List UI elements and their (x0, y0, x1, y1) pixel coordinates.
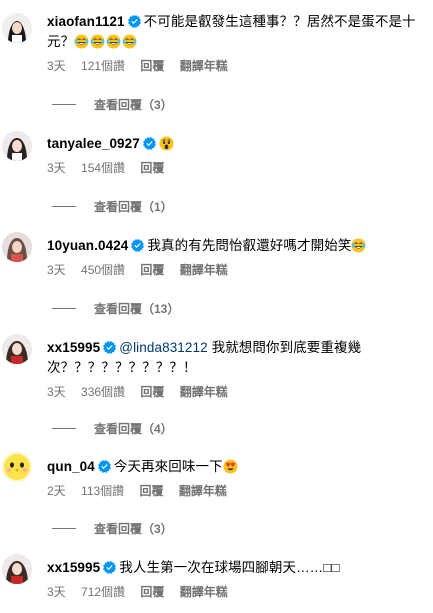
username[interactable]: xx15995 (47, 340, 100, 355)
like-count[interactable]: 450個讚 (81, 263, 125, 277)
timestamp[interactable]: 2天 (47, 484, 66, 498)
reply-button[interactable]: 回覆 (140, 385, 164, 399)
username[interactable]: tanyalee_0927 (47, 136, 140, 151)
verified-badge-icon (131, 239, 144, 252)
timestamp[interactable]: 3天 (47, 161, 66, 175)
divider-line (52, 528, 76, 529)
reply-button[interactable]: 回覆 (140, 585, 164, 599)
avatar[interactable] (2, 554, 32, 584)
mention-link[interactable]: @linda831212 (119, 340, 207, 355)
view-replies-button[interactable]: 查看回覆（3） (47, 520, 173, 537)
joy-emoji-icon (74, 34, 89, 49)
comment-meta: 3天 712個讚 回覆 翻譯年糕 (47, 584, 417, 600)
view-replies-button[interactable]: 查看回覆（4） (47, 420, 173, 437)
divider-line (52, 428, 76, 429)
like-count[interactable]: 712個讚 (81, 585, 125, 599)
like-count[interactable]: 113個讚 (81, 484, 124, 498)
verified-badge-icon (103, 561, 116, 574)
reply-button[interactable]: 回覆 (140, 161, 164, 175)
view-replies-label: 查看回覆（3） (94, 98, 173, 112)
view-replies-label: 查看回覆（3） (94, 522, 173, 536)
comment-meta: 3天 336個讚 回覆 翻譯年糕 (47, 384, 417, 400)
view-replies-label: 查看回覆（4） (94, 422, 173, 436)
joy-emoji-icon (122, 34, 137, 49)
translate-button[interactable]: 翻譯年糕 (180, 263, 228, 277)
divider-line (52, 104, 76, 105)
translate-button[interactable]: 翻譯年糕 (180, 59, 228, 73)
timestamp[interactable]: 3天 (47, 263, 66, 277)
avatar[interactable] (2, 334, 32, 364)
verified-badge-icon (103, 341, 116, 354)
avatar[interactable] (2, 131, 32, 161)
view-replies-button[interactable]: 查看回覆（3） (47, 96, 173, 113)
joy-emoji-icon (90, 34, 105, 49)
view-replies-button[interactable]: 查看回覆（13） (47, 300, 179, 317)
verified-badge-icon (143, 137, 156, 150)
username[interactable]: 10yuan.0424 (47, 238, 128, 253)
divider-line (52, 206, 76, 207)
verified-badge-icon (98, 460, 111, 473)
view-replies-button[interactable]: 查看回覆（1） (47, 198, 173, 215)
comment-meta: 3天 121個讚 回覆 翻譯年糕 (47, 58, 417, 74)
comment-meta: 3天 450個讚 回覆 翻譯年糕 (47, 262, 417, 278)
avatar[interactable] (2, 232, 32, 262)
avatar[interactable] (2, 13, 32, 43)
astonished-emoji-icon (159, 136, 174, 151)
translate-button[interactable]: 翻譯年糕 (180, 585, 228, 599)
joy-emoji-icon (106, 34, 121, 49)
username[interactable]: xiaofan1121 (47, 14, 125, 29)
username[interactable]: qun_04 (47, 459, 95, 474)
comment-meta: 3天 154個讚 回覆 (47, 160, 417, 176)
verified-badge-icon (128, 15, 141, 28)
like-count[interactable]: 154個讚 (81, 161, 125, 175)
joy-emoji-icon (351, 238, 366, 253)
reply-button[interactable]: 回覆 (140, 263, 164, 277)
view-replies-label: 查看回覆（13） (94, 302, 180, 316)
view-replies-label: 查看回覆（1） (94, 200, 173, 214)
translate-button[interactable]: 翻譯年糕 (180, 385, 228, 399)
comment-text: 我人生第一次在球場四腳朝天……□□ (119, 560, 340, 575)
timestamp[interactable]: 3天 (47, 59, 66, 73)
reply-button[interactable]: 回覆 (140, 59, 164, 73)
like-count[interactable]: 121個讚 (81, 59, 125, 73)
avatar[interactable] (2, 452, 32, 482)
timestamp[interactable]: 3天 (47, 585, 66, 599)
comment-text: 我真的有先問怡叡還好嗎才開始笑 (147, 238, 352, 253)
like-count[interactable]: 336個讚 (81, 385, 125, 399)
username[interactable]: xx15995 (47, 560, 100, 575)
divider-line (52, 308, 76, 309)
translate-button[interactable]: 翻譯年糕 (179, 484, 227, 498)
timestamp[interactable]: 3天 (47, 385, 66, 399)
reply-button[interactable]: 回覆 (140, 484, 164, 498)
comment-meta: 2天 113個讚 回覆 翻譯年糕 (47, 483, 417, 499)
heart-eyes-emoji-icon (223, 459, 238, 474)
comment-text: 今天再來回味一下 (113, 459, 223, 474)
